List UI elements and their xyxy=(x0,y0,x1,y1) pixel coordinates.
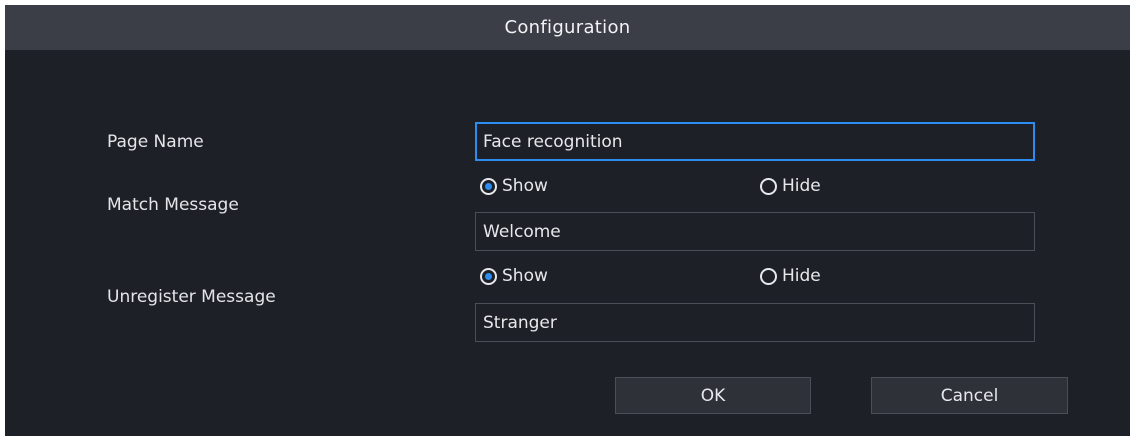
radio-unchecked-icon xyxy=(760,177,777,195)
page-name-input[interactable] xyxy=(483,131,1033,152)
match-message-hide-label: Hide xyxy=(782,176,821,196)
match-message-label: Match Message xyxy=(107,195,239,215)
unregister-message-input[interactable] xyxy=(483,312,1034,333)
unregister-message-show-radio[interactable]: Show xyxy=(480,265,548,287)
ok-button[interactable]: OK xyxy=(615,377,811,414)
radio-unchecked-icon xyxy=(760,267,777,285)
radio-checked-icon xyxy=(480,177,497,195)
dialog-titlebar: Configuration xyxy=(5,5,1130,50)
configuration-dialog: Configuration Page Name Match Message Sh… xyxy=(5,5,1130,436)
match-message-input[interactable] xyxy=(483,221,1034,242)
page-name-label: Page Name xyxy=(107,132,204,152)
match-message-show-label: Show xyxy=(502,176,548,196)
match-message-field[interactable] xyxy=(475,212,1035,251)
unregister-message-hide-radio[interactable]: Hide xyxy=(760,265,821,287)
unregister-message-hide-label: Hide xyxy=(782,266,821,286)
unregister-message-field[interactable] xyxy=(475,303,1035,342)
page-name-field[interactable] xyxy=(475,122,1035,161)
cancel-button[interactable]: Cancel xyxy=(871,377,1068,414)
unregister-message-label: Unregister Message xyxy=(107,287,276,307)
match-message-show-radio[interactable]: Show xyxy=(480,175,548,197)
unregister-message-show-label: Show xyxy=(502,266,548,286)
match-message-hide-radio[interactable]: Hide xyxy=(760,175,821,197)
dialog-title: Configuration xyxy=(504,17,631,38)
radio-checked-icon xyxy=(480,267,497,285)
